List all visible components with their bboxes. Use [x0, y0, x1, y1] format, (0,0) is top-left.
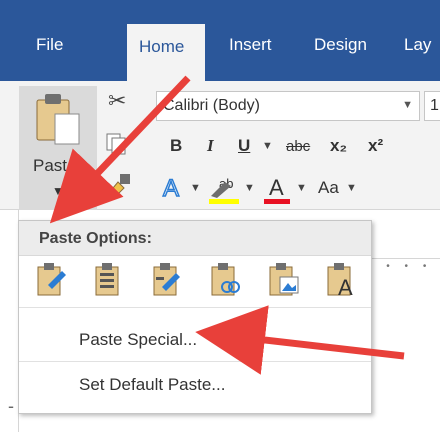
highlight-dropdown-icon[interactable]: ▼	[244, 182, 255, 194]
text-effects-dropdown-icon[interactable]: ▼	[190, 182, 201, 194]
font-name-input[interactable]: Calibri (Body) ▼	[156, 91, 420, 121]
bold-button[interactable]: B	[170, 136, 182, 156]
keep-source-formatting-icon[interactable]	[34, 261, 68, 297]
link-paste-icon[interactable]	[208, 261, 242, 297]
font-color-dropdown-icon[interactable]: ▼	[296, 182, 307, 194]
font-size-input[interactable]: 1	[424, 91, 440, 121]
tab-home-label: Home	[139, 37, 185, 56]
menu-header: Paste Options:	[19, 221, 371, 256]
copy-icon[interactable]	[104, 132, 128, 156]
italic-button[interactable]: I	[207, 136, 214, 156]
paste-special-item[interactable]: Paste Special...	[79, 330, 197, 350]
tab-design[interactable]: Design	[314, 30, 367, 60]
svg-text:A: A	[338, 275, 353, 297]
highlight-icon[interactable]: ab	[207, 174, 241, 204]
ruler-tick: -	[8, 396, 14, 416]
paste-button[interactable]: Paste ▼	[19, 86, 97, 210]
tab-insert[interactable]: Insert	[229, 30, 272, 60]
ribbon-tab-bar	[0, 0, 440, 81]
paste-label: Paste	[33, 156, 77, 175]
font-name-value: Calibri (Body)	[163, 97, 260, 114]
text-effects-icon[interactable]: A	[160, 174, 186, 202]
subscript-button[interactable]: x₂	[330, 136, 347, 156]
clipboard-icon	[36, 94, 80, 145]
merge-formatting-icon[interactable]	[92, 261, 126, 297]
use-destination-styles-icon[interactable]	[150, 261, 184, 297]
font-color-icon[interactable]: A	[262, 174, 292, 204]
strikethrough-button[interactable]: abc	[286, 138, 310, 155]
font-size-value: 1	[430, 97, 439, 114]
change-case-button[interactable]: Aa	[318, 178, 339, 198]
tab-home[interactable]: Home	[127, 24, 205, 81]
change-case-dropdown-icon[interactable]: ▼	[346, 182, 357, 194]
scissors-icon[interactable]: ✂	[108, 88, 126, 114]
superscript-button[interactable]: x²	[368, 136, 383, 156]
tab-layout[interactable]: Lay	[404, 30, 431, 60]
tab-file[interactable]: File	[36, 30, 63, 60]
underline-dropdown-icon[interactable]: ▼	[262, 140, 273, 152]
format-painter-icon[interactable]	[104, 170, 134, 200]
picture-paste-icon[interactable]	[266, 261, 300, 297]
underline-button[interactable]: U	[238, 136, 250, 156]
menu-divider	[19, 361, 371, 362]
svg-text:A: A	[269, 175, 284, 200]
paste-options-menu: Paste Options: A Paste Special... Set De…	[18, 220, 372, 414]
menu-title: Paste Options:	[39, 230, 152, 247]
paste-dropdown-icon[interactable]: ▼	[52, 184, 64, 198]
keep-text-only-icon[interactable]: A	[324, 261, 358, 297]
set-default-paste-item[interactable]: Set Default Paste...	[79, 375, 225, 395]
svg-text:A: A	[163, 175, 179, 202]
menu-divider	[19, 307, 371, 308]
font-name-dropdown-icon[interactable]: ▼	[402, 99, 413, 111]
